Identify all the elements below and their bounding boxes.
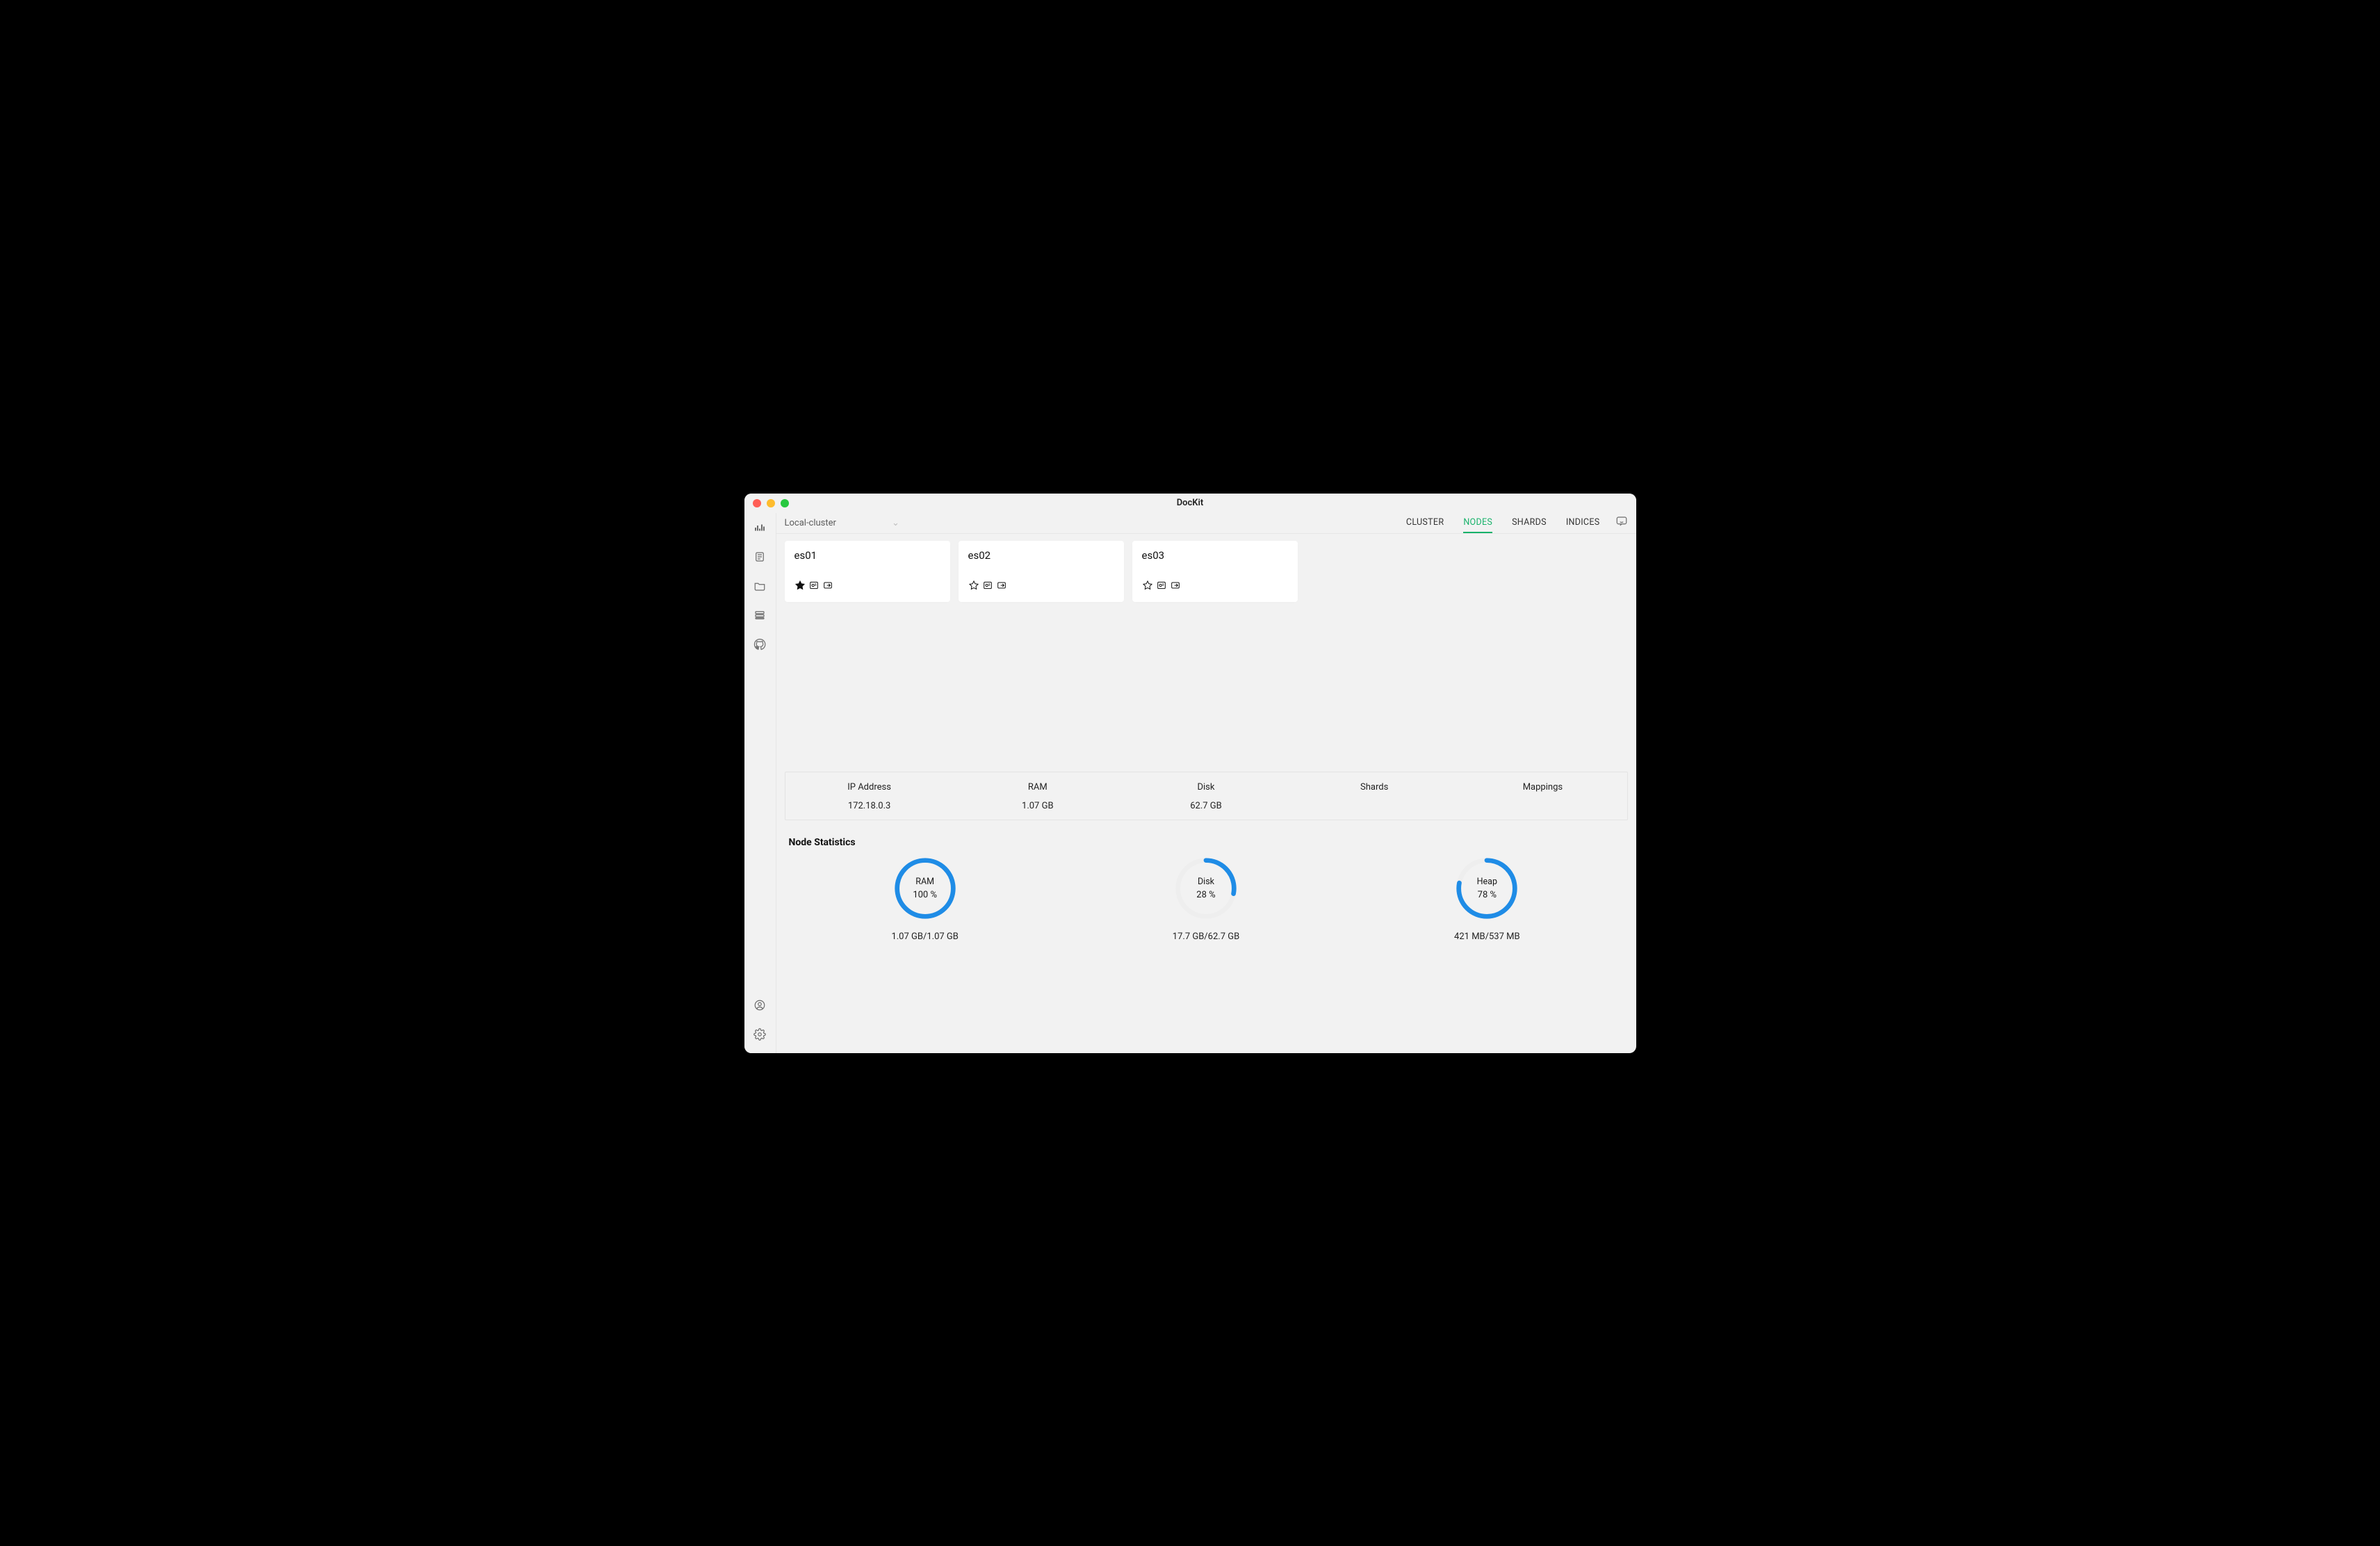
sidebar-item-account[interactable] xyxy=(753,999,766,1014)
github-icon xyxy=(753,642,766,653)
progress-ring: Heap 78 % xyxy=(1453,855,1520,922)
sidebar-item-overview[interactable] xyxy=(753,521,766,537)
stat-percent: 100 % xyxy=(913,890,937,900)
node-summary: IP Address 172.18.0.3 RAM 1.07 GB Disk 6… xyxy=(785,772,1628,820)
traffic-lights xyxy=(753,499,789,507)
summary-ip: IP Address 172.18.0.3 xyxy=(785,772,954,820)
stat-subtext: 1.07 GB/1.07 GB xyxy=(891,931,958,942)
node-name: es02 xyxy=(968,549,1114,562)
progress-ring: Disk 28 % xyxy=(1173,855,1239,922)
summary-ram: RAM 1.07 GB xyxy=(954,772,1122,820)
progress-ring: RAM 100 % xyxy=(892,855,959,922)
nodes-row: es01 es02 es03 xyxy=(776,534,1636,602)
sidebar-item-indices[interactable] xyxy=(753,609,766,624)
app-window: DocKit xyxy=(744,494,1636,1053)
stats: RAM 100 % 1.07 GB/1.07 GB Disk 28 % 17.7 GB/6… xyxy=(776,855,1636,959)
close-window-button[interactable] xyxy=(753,499,761,507)
summary-disk: Disk 62.7 GB xyxy=(1122,772,1290,820)
sidebar-item-settings[interactable] xyxy=(753,1028,766,1043)
zoom-window-button[interactable] xyxy=(781,499,789,507)
summary-label: IP Address xyxy=(791,782,948,792)
master-star-icon xyxy=(1142,580,1153,594)
content: es01 es02 es03 IP Address 172.18.0.3 RAM 1… xyxy=(776,534,1636,1053)
summary-label: Shards xyxy=(1296,782,1453,792)
stack-icon xyxy=(753,613,766,624)
stat-label: Heap xyxy=(1477,877,1497,887)
minimize-window-button[interactable] xyxy=(767,499,775,507)
tab-indices[interactable]: INDICES xyxy=(1566,513,1600,533)
stat-percent: 28 % xyxy=(1196,890,1215,900)
topbar: Local-cluster ⌄ CLUSTER NODES SHARDS INDICE… xyxy=(776,513,1636,534)
node-name: es03 xyxy=(1142,549,1288,562)
summary-value: 172.18.0.3 xyxy=(791,801,948,811)
node-card[interactable]: es01 xyxy=(785,541,950,602)
stat-ram: RAM 100 % 1.07 GB/1.07 GB xyxy=(785,855,1066,942)
node-name: es01 xyxy=(794,549,940,562)
summary-value: 62.7 GB xyxy=(1127,801,1285,811)
stat-label: RAM xyxy=(915,877,934,887)
export-icon xyxy=(996,580,1007,594)
stat-label: Disk xyxy=(1198,877,1214,887)
stat-percent: 78 % xyxy=(1478,890,1497,900)
main: Local-cluster ⌄ CLUSTER NODES SHARDS INDICE… xyxy=(776,513,1636,1053)
sidebar-item-documents[interactable] xyxy=(753,551,766,566)
titlebar: DocKit xyxy=(744,494,1636,513)
stat-disk: Disk 28 % 17.7 GB/62.7 GB xyxy=(1066,855,1346,942)
document-icon xyxy=(753,555,766,566)
stat-heap: Heap 78 % 421 MB/537 MB xyxy=(1346,855,1627,942)
tab-shards[interactable]: SHARDS xyxy=(1512,513,1547,533)
id-card-icon xyxy=(982,580,993,594)
summary-mappings: Mappings xyxy=(1458,772,1627,820)
node-card[interactable]: es02 xyxy=(959,541,1124,602)
tab-label: NODES xyxy=(1463,517,1492,528)
summary-label: Mappings xyxy=(1464,782,1621,792)
tabs: CLUSTER NODES SHARDS INDICES xyxy=(1406,513,1600,533)
sidebar-item-files[interactable] xyxy=(753,580,766,595)
node-card[interactable]: es03 xyxy=(1132,541,1298,602)
cluster-select[interactable]: Local-cluster ⌄ xyxy=(785,518,899,528)
tab-label: SHARDS xyxy=(1512,517,1547,528)
export-icon xyxy=(1170,580,1181,594)
tab-nodes[interactable]: NODES xyxy=(1463,513,1492,533)
summary-label: Disk xyxy=(1127,782,1285,792)
sidebar-item-github[interactable] xyxy=(753,638,766,653)
node-role-icons xyxy=(1142,580,1288,594)
sidebar xyxy=(744,513,776,1053)
tab-cluster[interactable]: CLUSTER xyxy=(1406,513,1444,533)
gear-icon xyxy=(753,1032,766,1043)
summary-label: RAM xyxy=(959,782,1116,792)
master-star-icon xyxy=(794,580,806,594)
node-role-icons xyxy=(794,580,940,594)
stat-subtext: 17.7 GB/62.7 GB xyxy=(1173,931,1239,942)
feedback-button[interactable] xyxy=(1613,514,1631,532)
window-title: DocKit xyxy=(1177,498,1204,508)
tab-label: CLUSTER xyxy=(1406,517,1444,528)
id-card-icon xyxy=(1156,580,1167,594)
master-star-icon xyxy=(968,580,979,594)
chrome: Local-cluster ⌄ CLUSTER NODES SHARDS INDICE… xyxy=(744,513,1636,1053)
summary-value: 1.07 GB xyxy=(959,801,1116,811)
node-role-icons xyxy=(968,580,1114,594)
chat-icon xyxy=(1615,515,1628,530)
section-title: Node Statistics xyxy=(789,837,1636,848)
stat-subtext: 421 MB/537 MB xyxy=(1454,931,1520,942)
export-icon xyxy=(822,580,833,594)
summary-shards: Shards xyxy=(1290,772,1458,820)
tab-label: INDICES xyxy=(1566,517,1600,528)
cluster-select-value: Local-cluster xyxy=(785,518,836,528)
user-icon xyxy=(753,1003,766,1014)
id-card-icon xyxy=(808,580,820,594)
folder-icon xyxy=(753,584,766,595)
bars-icon xyxy=(753,526,766,537)
chevron-down-icon: ⌄ xyxy=(892,518,899,528)
